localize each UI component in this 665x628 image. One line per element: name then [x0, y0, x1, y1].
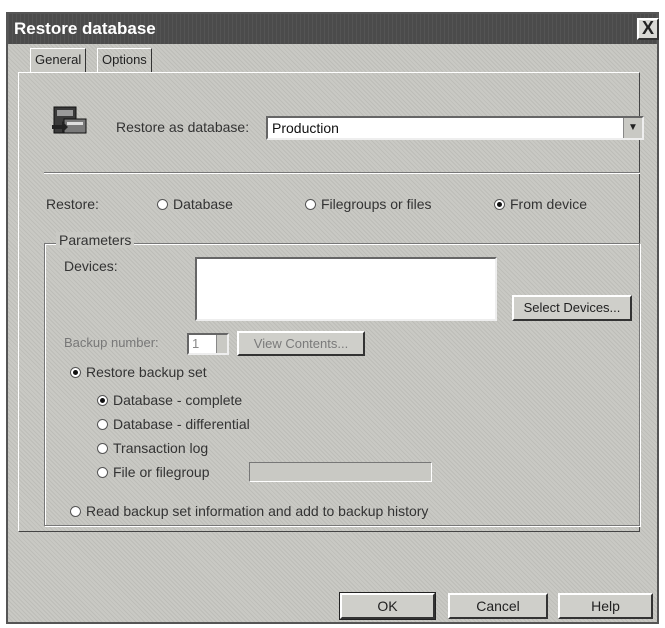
- window-title: Restore database: [14, 19, 156, 38]
- backup-number-value: 1: [192, 336, 200, 351]
- database-differential-radio[interactable]: [97, 419, 108, 430]
- restore-filegroups-label[interactable]: Filegroups or files: [321, 196, 432, 212]
- parameters-group-title: Parameters: [56, 232, 135, 248]
- database-complete-label[interactable]: Database - complete: [113, 392, 242, 408]
- restore-from-device-radio[interactable]: [494, 199, 505, 210]
- cancel-button[interactable]: Cancel: [448, 593, 548, 619]
- select-devices-button[interactable]: Select Devices...: [512, 295, 632, 321]
- transaction-log-radio[interactable]: [97, 443, 108, 454]
- ok-button[interactable]: OK: [339, 592, 436, 620]
- title-bar: Restore database X: [8, 14, 659, 44]
- restore-from-device-label[interactable]: From device: [510, 196, 587, 212]
- devices-list[interactable]: [195, 257, 497, 321]
- tab-options[interactable]: Options: [97, 48, 152, 72]
- help-button[interactable]: Help: [558, 593, 653, 619]
- restore-database-label[interactable]: Database: [173, 196, 233, 212]
- tab-general[interactable]: General: [30, 48, 87, 72]
- file-or-filegroup-radio[interactable]: [97, 467, 108, 478]
- read-backup-info-label[interactable]: Read backup set information and add to b…: [86, 503, 428, 519]
- restore-filegroups-radio[interactable]: [305, 199, 316, 210]
- restore-label: Restore:: [46, 196, 99, 212]
- restore-backup-set-radio[interactable]: [70, 367, 81, 378]
- restore-as-label: Restore as database:: [116, 119, 250, 135]
- database-restore-icon: [52, 106, 87, 134]
- devices-label: Devices:: [64, 258, 118, 274]
- view-contents-button[interactable]: View Contents...: [237, 331, 365, 356]
- database-differential-label[interactable]: Database - differential: [113, 416, 250, 432]
- read-backup-info-radio[interactable]: [70, 506, 81, 517]
- restore-as-database-combo[interactable]: Production ▼: [266, 116, 644, 140]
- restore-backup-set-label[interactable]: Restore backup set: [86, 364, 207, 380]
- database-complete-radio[interactable]: [97, 395, 108, 406]
- close-button[interactable]: X: [637, 18, 659, 40]
- chevron-down-icon[interactable]: ▼: [623, 118, 642, 138]
- separator: [44, 172, 640, 174]
- restore-as-value: Production: [272, 120, 339, 136]
- file-or-filegroup-field[interactable]: [249, 462, 432, 482]
- transaction-log-label[interactable]: Transaction log: [113, 440, 208, 456]
- backup-number-label: Backup number:: [64, 335, 159, 350]
- spinner-arrows-icon[interactable]: [216, 335, 227, 353]
- file-or-filegroup-label[interactable]: File or filegroup: [113, 464, 210, 480]
- restore-database-radio[interactable]: [157, 199, 168, 210]
- backup-number-spinner[interactable]: 1: [187, 333, 229, 355]
